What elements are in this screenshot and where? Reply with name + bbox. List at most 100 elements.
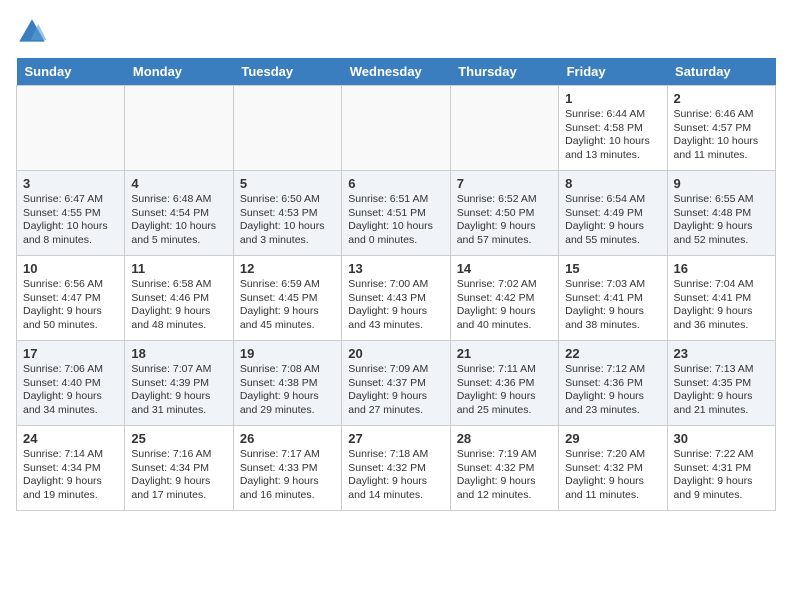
page-header bbox=[16, 16, 776, 48]
sunset-text: Sunset: 4:46 PM bbox=[131, 292, 226, 306]
day-number: 27 bbox=[348, 431, 443, 446]
daylight-text: Daylight: 9 hours and 57 minutes. bbox=[457, 220, 552, 247]
daylight-text: Daylight: 9 hours and 27 minutes. bbox=[348, 390, 443, 417]
sunset-text: Sunset: 4:51 PM bbox=[348, 207, 443, 221]
sunrise-text: Sunrise: 6:50 AM bbox=[240, 193, 335, 207]
sunset-text: Sunset: 4:50 PM bbox=[457, 207, 552, 221]
daylight-text: Daylight: 10 hours and 8 minutes. bbox=[23, 220, 118, 247]
day-number: 6 bbox=[348, 176, 443, 191]
sunset-text: Sunset: 4:32 PM bbox=[565, 462, 660, 476]
sunset-text: Sunset: 4:53 PM bbox=[240, 207, 335, 221]
sunrise-text: Sunrise: 7:17 AM bbox=[240, 448, 335, 462]
sunrise-text: Sunrise: 6:56 AM bbox=[23, 278, 118, 292]
calendar-day: 26Sunrise: 7:17 AMSunset: 4:33 PMDayligh… bbox=[233, 426, 341, 511]
day-number: 2 bbox=[674, 91, 769, 106]
day-number: 4 bbox=[131, 176, 226, 191]
sunset-text: Sunset: 4:57 PM bbox=[674, 122, 769, 136]
calendar-week-row: 3Sunrise: 6:47 AMSunset: 4:55 PMDaylight… bbox=[17, 171, 776, 256]
sunrise-text: Sunrise: 7:03 AM bbox=[565, 278, 660, 292]
day-number: 23 bbox=[674, 346, 769, 361]
calendar-day: 29Sunrise: 7:20 AMSunset: 4:32 PMDayligh… bbox=[559, 426, 667, 511]
daylight-text: Daylight: 10 hours and 3 minutes. bbox=[240, 220, 335, 247]
calendar-day: 23Sunrise: 7:13 AMSunset: 4:35 PMDayligh… bbox=[667, 341, 775, 426]
calendar-day: 8Sunrise: 6:54 AMSunset: 4:49 PMDaylight… bbox=[559, 171, 667, 256]
sunset-text: Sunset: 4:37 PM bbox=[348, 377, 443, 391]
sunrise-text: Sunrise: 7:09 AM bbox=[348, 363, 443, 377]
day-number: 24 bbox=[23, 431, 118, 446]
sunrise-text: Sunrise: 7:07 AM bbox=[131, 363, 226, 377]
calendar-week-row: 24Sunrise: 7:14 AMSunset: 4:34 PMDayligh… bbox=[17, 426, 776, 511]
day-number: 18 bbox=[131, 346, 226, 361]
daylight-text: Daylight: 9 hours and 52 minutes. bbox=[674, 220, 769, 247]
daylight-text: Daylight: 9 hours and 23 minutes. bbox=[565, 390, 660, 417]
calendar-day: 20 Sunrise: 7:09 AMSunset: 4:37 PMDayligh… bbox=[342, 341, 450, 426]
calendar-empty bbox=[233, 86, 341, 171]
daylight-text: Daylight: 9 hours and 29 minutes. bbox=[240, 390, 335, 417]
sunrise-text: Sunrise: 6:48 AM bbox=[131, 193, 226, 207]
sunset-text: Sunset: 4:38 PM bbox=[240, 377, 335, 391]
sunset-text: Sunset: 4:58 PM bbox=[565, 122, 660, 136]
calendar-day: 18Sunrise: 7:07 AMSunset: 4:39 PMDayligh… bbox=[125, 341, 233, 426]
sunrise-text: Sunrise: 7:00 AM bbox=[348, 278, 443, 292]
day-number: 21 bbox=[457, 346, 552, 361]
daylight-text: Daylight: 10 hours and 0 minutes. bbox=[348, 220, 443, 247]
day-number: 30 bbox=[674, 431, 769, 446]
daylight-text: Daylight: 9 hours and 55 minutes. bbox=[565, 220, 660, 247]
daylight-text: Daylight: 9 hours and 36 minutes. bbox=[674, 305, 769, 332]
day-number: 12 bbox=[240, 261, 335, 276]
sunrise-text: Sunrise: 7:20 AM bbox=[565, 448, 660, 462]
daylight-text: Daylight: 9 hours and 31 minutes. bbox=[131, 390, 226, 417]
day-number: 5 bbox=[240, 176, 335, 191]
sunset-text: Sunset: 4:36 PM bbox=[457, 377, 552, 391]
sunset-text: Sunset: 4:35 PM bbox=[674, 377, 769, 391]
weekday-header-monday: Monday bbox=[125, 58, 233, 86]
sunset-text: Sunset: 4:48 PM bbox=[674, 207, 769, 221]
daylight-text: Daylight: 9 hours and 43 minutes. bbox=[348, 305, 443, 332]
day-number: 29 bbox=[565, 431, 660, 446]
daylight-text: Daylight: 9 hours and 19 minutes. bbox=[23, 475, 118, 502]
day-number: 20 bbox=[348, 346, 443, 361]
day-number: 11 bbox=[131, 261, 226, 276]
daylight-text: Daylight: 9 hours and 21 minutes. bbox=[674, 390, 769, 417]
sunrise-text: Sunrise: 6:51 AM bbox=[348, 193, 443, 207]
daylight-text: Daylight: 9 hours and 45 minutes. bbox=[240, 305, 335, 332]
day-number: 10 bbox=[23, 261, 118, 276]
sunset-text: Sunset: 4:41 PM bbox=[674, 292, 769, 306]
sunset-text: Sunset: 4:41 PM bbox=[565, 292, 660, 306]
sunrise-text: Sunrise: 6:59 AM bbox=[240, 278, 335, 292]
sunrise-text: Sunrise: 7:12 AM bbox=[565, 363, 660, 377]
calendar-day: 1Sunrise: 6:44 AMSunset: 4:58 PMDaylight… bbox=[559, 86, 667, 171]
weekday-header-wednesday: Wednesday bbox=[342, 58, 450, 86]
calendar-table: SundayMondayTuesdayWednesdayThursdayFrid… bbox=[16, 58, 776, 511]
daylight-text: Daylight: 9 hours and 16 minutes. bbox=[240, 475, 335, 502]
sunrise-text: Sunrise: 7:14 AM bbox=[23, 448, 118, 462]
sunset-text: Sunset: 4:49 PM bbox=[565, 207, 660, 221]
sunrise-text: Sunrise: 7:02 AM bbox=[457, 278, 552, 292]
calendar-day: 22Sunrise: 7:12 AMSunset: 4:36 PMDayligh… bbox=[559, 341, 667, 426]
sunset-text: Sunset: 4:32 PM bbox=[457, 462, 552, 476]
sunrise-text: Sunrise: 6:58 AM bbox=[131, 278, 226, 292]
day-number: 16 bbox=[674, 261, 769, 276]
daylight-text: Daylight: 10 hours and 11 minutes. bbox=[674, 135, 769, 162]
calendar-day: 6 Sunrise: 6:51 AMSunset: 4:51 PMDaylight… bbox=[342, 171, 450, 256]
sunrise-text: Sunrise: 7:16 AM bbox=[131, 448, 226, 462]
day-number: 7 bbox=[457, 176, 552, 191]
day-number: 9 bbox=[674, 176, 769, 191]
sunrise-text: Sunrise: 6:46 AM bbox=[674, 108, 769, 122]
sunrise-text: Sunrise: 7:11 AM bbox=[457, 363, 552, 377]
weekday-header-friday: Friday bbox=[559, 58, 667, 86]
day-number: 25 bbox=[131, 431, 226, 446]
sunset-text: Sunset: 4:43 PM bbox=[348, 292, 443, 306]
calendar-week-row: 17Sunrise: 7:06 AMSunset: 4:40 PMDayligh… bbox=[17, 341, 776, 426]
sunset-text: Sunset: 4:47 PM bbox=[23, 292, 118, 306]
logo-icon bbox=[16, 16, 48, 48]
sunrise-text: Sunrise: 7:04 AM bbox=[674, 278, 769, 292]
daylight-text: Daylight: 9 hours and 17 minutes. bbox=[131, 475, 226, 502]
sunrise-text: Sunrise: 7:19 AM bbox=[457, 448, 552, 462]
sunrise-text: Sunrise: 7:22 AM bbox=[674, 448, 769, 462]
daylight-text: Daylight: 9 hours and 14 minutes. bbox=[348, 475, 443, 502]
calendar-day: 28Sunrise: 7:19 AMSunset: 4:32 PMDayligh… bbox=[450, 426, 558, 511]
logo bbox=[16, 16, 52, 48]
calendar-day: 14Sunrise: 7:02 AMSunset: 4:42 PMDayligh… bbox=[450, 256, 558, 341]
calendar-day: 11Sunrise: 6:58 AMSunset: 4:46 PMDayligh… bbox=[125, 256, 233, 341]
